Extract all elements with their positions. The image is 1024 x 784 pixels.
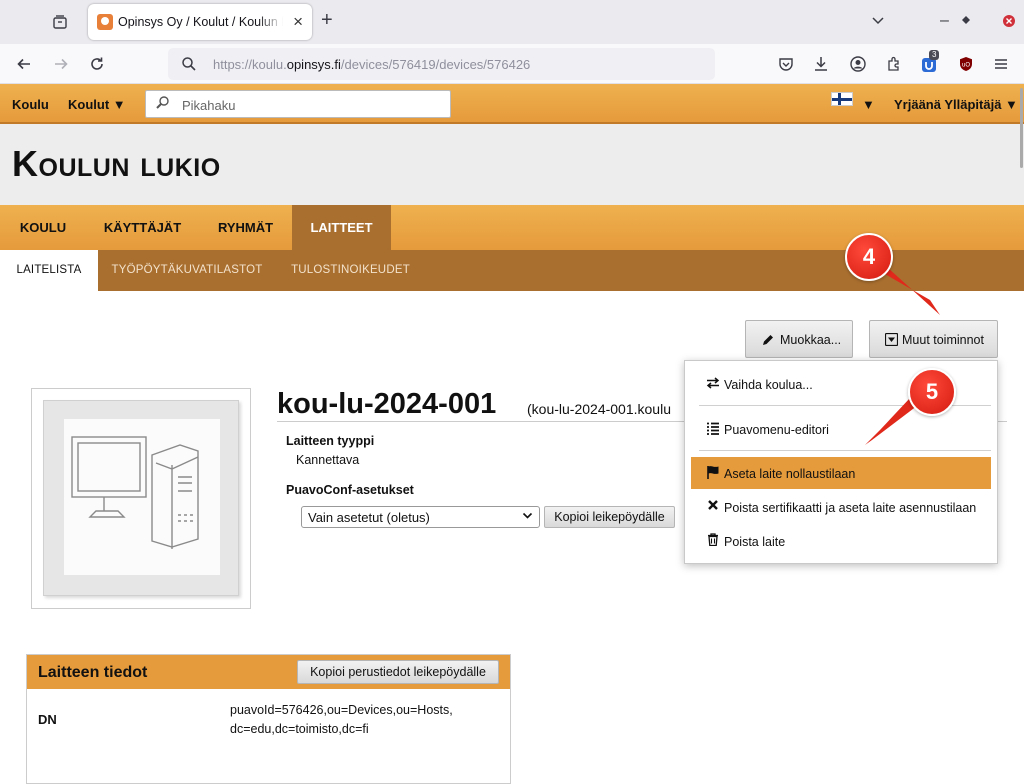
callout-4: 4	[845, 233, 893, 281]
callout-arrows	[865, 268, 940, 445]
callout-5: 5	[908, 368, 956, 416]
scrollbar-thumb[interactable]	[1020, 88, 1023, 168]
